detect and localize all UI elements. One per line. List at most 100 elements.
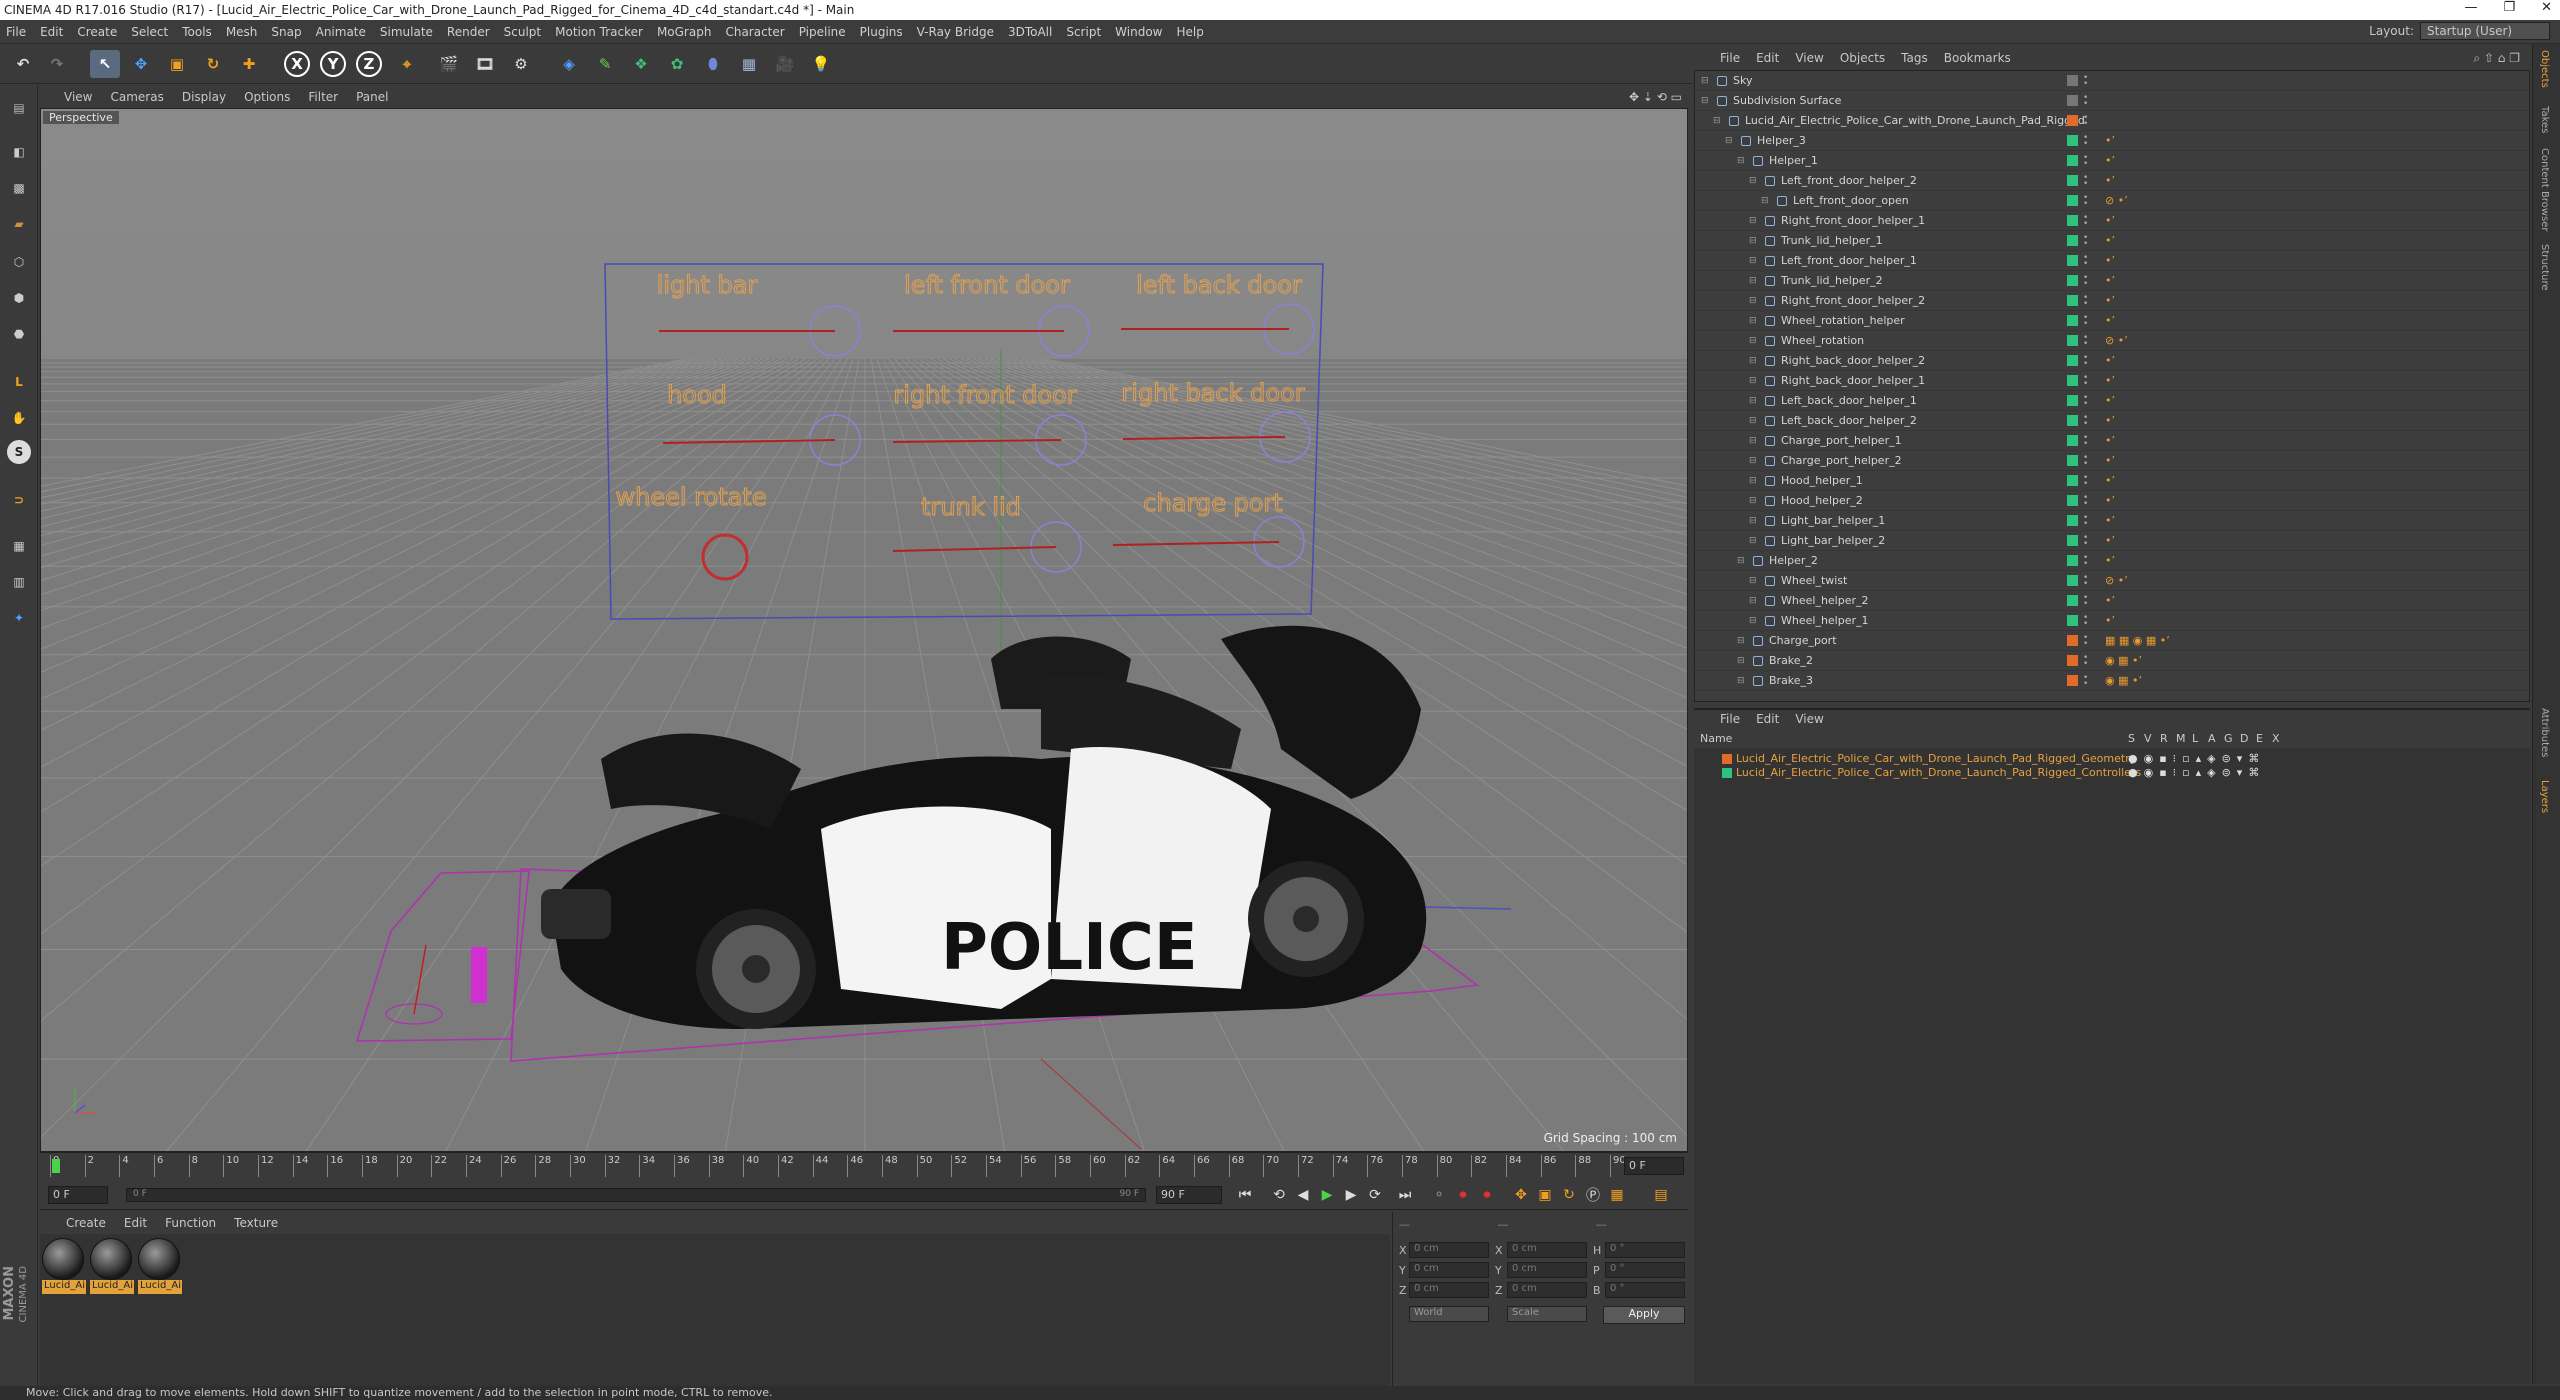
visibility-dots[interactable]: • •: [2083, 533, 2089, 548]
expand-toggle-icon[interactable]: ⊟: [1749, 496, 1757, 506]
object-tags[interactable]: •ʼ: [2105, 274, 2115, 287]
expand-toggle-icon[interactable]: ⊟: [1749, 536, 1757, 546]
python-icon[interactable]: ✦: [4, 604, 34, 632]
visibility-dots[interactable]: • •: [2083, 433, 2089, 448]
cloner-icon[interactable]: ✿: [662, 50, 692, 78]
visibility-dots[interactable]: • •: [2083, 233, 2089, 248]
layer-color-swatch[interactable]: [2067, 335, 2078, 346]
visibility-dots[interactable]: • •: [2083, 473, 2089, 488]
visibility-dots[interactable]: • •: [2083, 393, 2089, 408]
close-button[interactable]: ✕: [2541, 0, 2552, 15]
viewport-menu-cameras[interactable]: Cameras: [110, 90, 163, 104]
object-menu-edit[interactable]: Edit: [1756, 51, 1779, 65]
object-row[interactable]: ⊟ Helper_2 • • •ʼ: [1695, 551, 2529, 571]
edges-mode-icon[interactable]: ⬢: [4, 284, 34, 312]
object-row[interactable]: ⊟ Right_back_door_helper_2 • • •ʼ: [1695, 351, 2529, 371]
visibility-dots[interactable]: • •: [2083, 633, 2089, 648]
model-mode-icon[interactable]: ◧: [4, 138, 34, 166]
layer-color-swatch[interactable]: [2067, 595, 2078, 606]
menu-tools[interactable]: Tools: [182, 25, 212, 39]
end-frame-field[interactable]: 90 F: [1156, 1186, 1222, 1204]
expand-toggle-icon[interactable]: ⊟: [1737, 656, 1745, 666]
coord-mode-dropdown[interactable]: World: [1409, 1306, 1489, 1322]
layer-color-swatch[interactable]: [2067, 255, 2078, 266]
expand-toggle-icon[interactable]: ⊟: [1749, 616, 1757, 626]
menu-vray-bridge[interactable]: V-Ray Bridge: [917, 25, 994, 39]
object-row[interactable]: ⊟ Wheel_rotation_helper • • •ʼ: [1695, 311, 2529, 331]
layer-color-swatch[interactable]: [2067, 515, 2078, 526]
layer-color-swatch[interactable]: [2067, 155, 2078, 166]
object-tags[interactable]: •ʼ: [2105, 294, 2115, 307]
layer-color-swatch[interactable]: [2067, 275, 2078, 286]
object-row[interactable]: ⊟ Helper_3 • • •ʼ: [1695, 131, 2529, 151]
side-tab-attributes[interactable]: Attributes: [2539, 708, 2550, 757]
object-row[interactable]: ⊟ Right_front_door_helper_1 • • •ʼ: [1695, 211, 2529, 231]
menu-snap[interactable]: Snap: [271, 25, 301, 39]
material-item[interactable]: Lucid_Ai: [138, 1238, 182, 1296]
z-axis-lock-icon[interactable]: Z: [356, 51, 382, 77]
object-tags[interactable]: •ʼ: [2105, 494, 2115, 507]
coord-scale-x-field[interactable]: 0 cm: [1507, 1242, 1587, 1258]
render-view-icon[interactable]: 🎬: [434, 50, 464, 78]
workplane-grid-icon[interactable]: ▥: [4, 568, 34, 596]
object-row[interactable]: ⊟ Right_back_door_helper_1 • • •ʼ: [1695, 371, 2529, 391]
playhead-marker[interactable]: [52, 1159, 60, 1173]
material-item[interactable]: Lucid_Ai: [42, 1238, 86, 1296]
expand-toggle-icon[interactable]: ⊟: [1761, 196, 1769, 206]
object-row[interactable]: ⊟ Light_bar_helper_2 • • •ʼ: [1695, 531, 2529, 551]
object-row[interactable]: ⊟ Trunk_lid_helper_1 • • •ʼ: [1695, 231, 2529, 251]
visibility-dots[interactable]: • •: [2083, 593, 2089, 608]
object-tags[interactable]: •ʼ: [2105, 174, 2115, 187]
object-tags[interactable]: •ʼ: [2105, 414, 2115, 427]
goto-start-icon[interactable]: [1190, 1185, 1212, 1205]
expand-toggle-icon[interactable]: ⊟: [1749, 216, 1757, 226]
object-manager-nav-icons[interactable]: ⌕ ⇧ ⌂ ❐: [2473, 51, 2520, 66]
layer-color-swatch[interactable]: [2067, 415, 2078, 426]
object-row[interactable]: ⊟ Left_front_door_open • • ⊘ •ʼ: [1695, 191, 2529, 211]
object-tags[interactable]: •ʼ: [2105, 554, 2115, 567]
object-row[interactable]: ⊟ Trunk_lid_helper_2 • • •ʼ: [1695, 271, 2529, 291]
visibility-dots[interactable]: • •: [2083, 573, 2089, 588]
menu-create[interactable]: Create: [77, 25, 117, 39]
object-tags[interactable]: •ʼ: [2105, 314, 2115, 327]
render-settings-icon[interactable]: ⚙: [506, 50, 536, 78]
layer-color-swatch[interactable]: [2067, 475, 2078, 486]
minimize-button[interactable]: —: [2464, 0, 2477, 15]
coord-rot-h-field[interactable]: 0 °: [1605, 1242, 1685, 1258]
expand-toggle-icon[interactable]: ⊟: [1749, 176, 1757, 186]
expand-toggle-icon[interactable]: ⊟: [1749, 236, 1757, 246]
menu-window[interactable]: Window: [1115, 25, 1162, 39]
expand-toggle-icon[interactable]: ⊟: [1749, 376, 1757, 386]
layer-color-swatch[interactable]: [1722, 754, 1732, 764]
tweak-mode-icon[interactable]: ✋: [4, 404, 34, 432]
layer-row[interactable]: Lucid_Air_Electric_Police_Car_with_Drone…: [1694, 766, 2530, 780]
workplane-icon[interactable]: ▰: [4, 210, 34, 238]
viewport-menu-filter[interactable]: Filter: [308, 90, 338, 104]
object-menu-objects[interactable]: Objects: [1840, 51, 1885, 65]
visibility-dots[interactable]: • •: [2083, 333, 2089, 348]
timeline-window-icon[interactable]: ▤: [1650, 1185, 1672, 1205]
layer-color-swatch[interactable]: [1722, 768, 1732, 778]
object-tags[interactable]: •ʼ: [2105, 514, 2115, 527]
visibility-dots[interactable]: • •: [2083, 553, 2089, 568]
visibility-dots[interactable]: • •: [2083, 193, 2089, 208]
material-menu-edit[interactable]: Edit: [124, 1216, 147, 1230]
expand-toggle-icon[interactable]: ⊟: [1749, 316, 1757, 326]
visibility-dots[interactable]: • •: [2083, 373, 2089, 388]
object-tags[interactable]: •ʼ: [2105, 234, 2115, 247]
layer-color-swatch[interactable]: [2067, 195, 2078, 206]
start-frame-field[interactable]: 0 F: [48, 1186, 108, 1204]
menu-edit[interactable]: Edit: [40, 25, 63, 39]
viewport-3d[interactable]: light bar left front door left back door…: [40, 108, 1688, 1152]
coord-pos-x-field[interactable]: 0 cm: [1409, 1242, 1489, 1258]
object-tags[interactable]: •ʼ: [2105, 394, 2115, 407]
layer-color-swatch[interactable]: [2067, 675, 2078, 686]
visibility-dots[interactable]: • •: [2083, 613, 2089, 628]
layer-color-swatch[interactable]: [2067, 115, 2078, 126]
viewport-menu-options[interactable]: Options: [244, 90, 290, 104]
coord-scale-dropdown[interactable]: Scale: [1507, 1306, 1587, 1322]
layer-color-swatch[interactable]: [2067, 315, 2078, 326]
layer-color-swatch[interactable]: [2067, 75, 2078, 86]
visibility-dots[interactable]: • •: [2083, 293, 2089, 308]
object-tags[interactable]: •ʼ: [2105, 154, 2115, 167]
